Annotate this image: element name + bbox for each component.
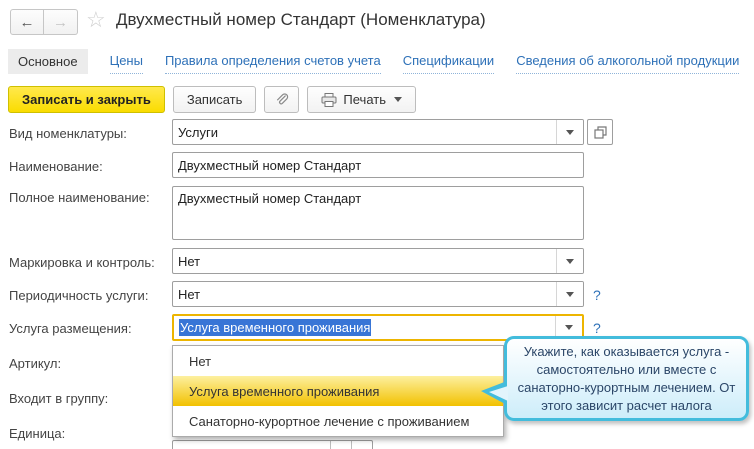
field-label-unit: Единица: bbox=[9, 426, 66, 441]
save-button[interactable]: Записать bbox=[172, 86, 257, 113]
name-input[interactable]: Двухместный номер Стандарт bbox=[172, 152, 584, 178]
marking-value: Нет bbox=[178, 253, 201, 269]
periodicity-help-link[interactable]: ? bbox=[593, 287, 601, 303]
dropdown-option-sanatorium[interactable]: Санаторно-курортное лечение с проживание… bbox=[173, 406, 503, 436]
tab-account-rules[interactable]: Правила определения счетов учета bbox=[164, 48, 381, 74]
marking-input[interactable]: Нет bbox=[172, 248, 584, 274]
fullname-textarea[interactable]: Двухместный номер Стандарт bbox=[172, 186, 584, 240]
field-label-name: Наименование: bbox=[9, 159, 103, 174]
kind-open-button[interactable] bbox=[587, 119, 613, 145]
hint-text: Укажите, как оказывается услуга - самост… bbox=[517, 343, 736, 413]
open-icon bbox=[593, 125, 607, 139]
print-button[interactable]: Печать bbox=[307, 86, 416, 113]
lodging-service-value: Услуга временного проживания bbox=[179, 319, 372, 336]
lodging-service-help-link[interactable]: ? bbox=[593, 320, 601, 336]
tab-main[interactable]: Основное bbox=[8, 48, 88, 74]
kind-input[interactable]: Услуги bbox=[172, 119, 584, 145]
save-and-close-button[interactable]: Записать и закрыть bbox=[8, 86, 165, 113]
name-value: Двухместный номер Стандарт bbox=[178, 157, 362, 173]
printer-icon bbox=[321, 92, 337, 107]
back-arrow-icon: ← bbox=[19, 13, 35, 31]
field-label-periodicity: Периодичность услуги: bbox=[9, 288, 149, 303]
field-label-fullname: Полное наименование: bbox=[9, 190, 150, 205]
unit-input[interactable] bbox=[172, 440, 373, 449]
unit-open-button[interactable] bbox=[351, 441, 372, 449]
toolbar: Записать и закрыть Записать Печать bbox=[8, 86, 416, 113]
periodicity-dropdown-arrow-icon[interactable] bbox=[556, 282, 583, 306]
dropdown-option-none[interactable]: Нет bbox=[173, 346, 503, 376]
save-and-close-label: Записать и закрыть bbox=[22, 92, 151, 107]
hint-bubble: Укажите, как оказывается услуга - самост… bbox=[481, 336, 749, 421]
forward-arrow-icon: → bbox=[53, 13, 68, 31]
paperclip-icon bbox=[274, 92, 289, 107]
print-label: Печать bbox=[343, 92, 386, 107]
lodging-service-dropdown-list: Нет Услуга временного проживания Санатор… bbox=[172, 345, 504, 437]
tab-prices[interactable]: Цены bbox=[109, 48, 143, 74]
kind-dropdown-arrow-icon[interactable] bbox=[556, 120, 583, 144]
fullname-value: Двухместный номер Стандарт bbox=[178, 191, 362, 206]
tab-bar: Основное Цены Правила определения счетов… bbox=[8, 48, 740, 74]
field-label-kind: Вид номенклатуры: bbox=[9, 126, 127, 141]
forward-button[interactable]: → bbox=[44, 9, 78, 35]
tab-specifications[interactable]: Спецификации bbox=[402, 48, 495, 74]
kind-value: Услуги bbox=[178, 124, 218, 140]
field-label-group: Входит в группу: bbox=[9, 391, 109, 406]
periodicity-value: Нет bbox=[178, 286, 201, 302]
field-label-lodging-service: Услуга размещения: bbox=[9, 321, 132, 336]
back-button[interactable]: ← bbox=[10, 9, 44, 35]
history-nav: ← → bbox=[10, 9, 78, 35]
periodicity-input[interactable]: Нет bbox=[172, 281, 584, 307]
dropdown-option-temporary-lodging[interactable]: Услуга временного проживания bbox=[173, 376, 503, 406]
print-menu-arrow-icon bbox=[394, 97, 402, 102]
tab-alcohol-info[interactable]: Сведения об алкогольной продукции bbox=[516, 48, 740, 74]
favorite-star-icon[interactable]: ☆ bbox=[86, 7, 106, 33]
field-label-marking: Маркировка и контроль: bbox=[9, 255, 155, 270]
nomenclature-form-window: ← → ☆ Двухместный номер Стандарт (Номенк… bbox=[0, 0, 754, 449]
attachments-button[interactable] bbox=[264, 86, 300, 113]
unit-choose-button[interactable] bbox=[330, 441, 351, 449]
save-label: Записать bbox=[186, 92, 243, 107]
field-label-article: Артикул: bbox=[9, 356, 62, 371]
marking-dropdown-arrow-icon[interactable] bbox=[556, 249, 583, 273]
page-title: Двухместный номер Стандарт (Номенклатура… bbox=[116, 10, 486, 29]
